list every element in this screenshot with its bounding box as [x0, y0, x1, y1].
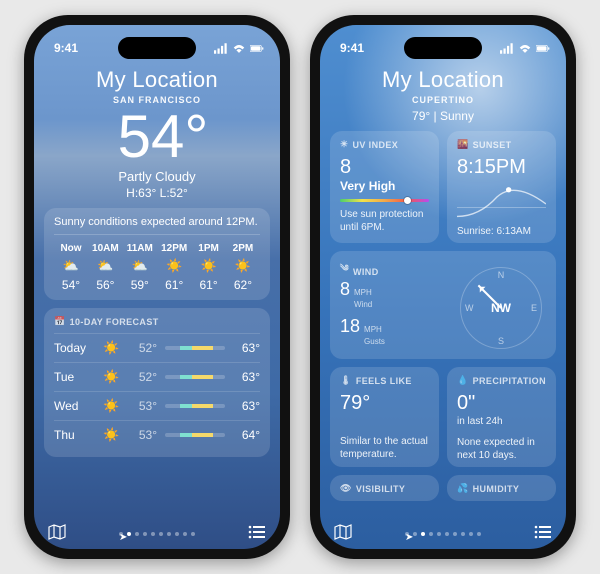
list-button[interactable] [534, 525, 552, 542]
droplet-icon: 💧 [457, 375, 469, 386]
map-button[interactable] [334, 524, 352, 543]
sun-curve [457, 183, 546, 225]
battery-icon [250, 43, 264, 54]
dynamic-island [118, 37, 196, 59]
daily-row[interactable]: Thu☀️53°64° [54, 420, 260, 449]
wifi-icon [232, 43, 246, 54]
precipitation-card[interactable]: 💧PRECIPITATION 0" in last 24h None expec… [447, 367, 556, 467]
feels-like-card[interactable]: 🌡FEELS LIKE 79° Similar to the actual te… [330, 367, 439, 467]
location-arrow-icon: ➤ [119, 532, 123, 536]
cellular-icon [500, 43, 514, 54]
location-subtitle: CUPERTINO [320, 95, 566, 105]
location-arrow-icon: ➤ [405, 532, 409, 536]
daily-row[interactable]: Today☀️52°63° [54, 333, 260, 362]
battery-icon [536, 43, 550, 54]
hi-lo: H:63° L:52° [34, 186, 280, 200]
location-subtitle: SAN FRANCISCO [34, 95, 280, 105]
visibility-card[interactable]: 👁VISIBILITY [330, 475, 439, 501]
page-dots[interactable]: ➤ [405, 532, 481, 536]
bottom-bar: ➤ [34, 524, 280, 543]
wifi-icon [518, 43, 532, 54]
status-time: 9:41 [340, 41, 364, 55]
feels-like-note: Similar to the actual temperature. [340, 435, 429, 461]
eye-icon: 👁 [340, 483, 352, 494]
sunset-time: 8:15PM [457, 156, 546, 179]
hourly-summary: Sunny conditions expected around 12PM. [54, 216, 260, 235]
compass-arrow-icon [478, 285, 502, 309]
sunrise-text: Sunrise: 6:13AM [457, 225, 546, 238]
dynamic-island [404, 37, 482, 59]
location-title: My Location [320, 67, 566, 93]
weather-screen-right: 9:41 My Location CUPERTINO 79° | Sunny ☀… [320, 25, 566, 549]
hourly-strip[interactable]: Now⛅54° 10AM⛅56° 11AM⛅59° 12PM☀️61° 1PM☀… [54, 243, 260, 292]
wind-card[interactable]: ༄WIND 8MPHWind 18MPHGusts N S E W NW [330, 251, 556, 359]
daily-header: 📅 10-DAY FORECAST [54, 316, 260, 327]
hourly-item: 10AM⛅56° [88, 243, 122, 292]
uv-level: Very High [340, 179, 429, 193]
sunset-icon: 🌇 [457, 139, 469, 150]
iphone-frame-left: 9:41 My Location SAN FRANCISCO 54° Partl… [24, 15, 290, 559]
status-time: 9:41 [54, 41, 78, 55]
temp-and-condition: 79° | Sunny [320, 109, 566, 123]
uv-index-card[interactable]: ☀UV INDEX 8 Very High Use sun protection… [330, 131, 439, 243]
hourly-item: 11AM⛅59° [123, 243, 157, 292]
bottom-bar: ➤ [320, 524, 566, 543]
sunset-card[interactable]: 🌇SUNSET 8:15PM Sunrise: 6:13AM [447, 131, 556, 243]
location-title: My Location [34, 67, 280, 93]
hourly-item: Now⛅54° [54, 243, 88, 292]
precip-value: 0" [457, 392, 546, 415]
thermometer-icon: 🌡 [340, 375, 352, 386]
precip-note: None expected in next 10 days. [457, 436, 546, 462]
feels-like-value: 79° [340, 392, 429, 415]
daily-forecast-card[interactable]: 📅 10-DAY FORECAST Today☀️52°63° Tue☀️52°… [44, 308, 270, 457]
wind-numbers: 8MPHWind 18MPHGusts [340, 279, 385, 353]
humidity-card[interactable]: 💦HUMIDITY [447, 475, 556, 501]
temp-range-bar [165, 433, 225, 437]
wind-compass: N S E W NW [460, 267, 542, 349]
temp-range-bar [165, 375, 225, 379]
current-temp: 54° [34, 107, 280, 167]
sun-icon: ☀ [340, 139, 348, 150]
hourly-card[interactable]: Sunny conditions expected around 12PM. N… [44, 208, 270, 300]
daily-row[interactable]: Tue☀️52°63° [54, 362, 260, 391]
page-dots[interactable]: ➤ [119, 532, 195, 536]
precip-sub: in last 24h [457, 415, 546, 428]
status-icons [214, 43, 264, 54]
humidity-icon: 💦 [457, 483, 469, 494]
map-button[interactable] [48, 524, 66, 543]
hourly-item: 1PM☀️61° [192, 243, 226, 292]
weather-screen-left: 9:41 My Location SAN FRANCISCO 54° Partl… [34, 25, 280, 549]
weather-header: My Location CUPERTINO 79° | Sunny [320, 67, 566, 123]
uv-scale-bar [340, 199, 429, 202]
weather-header: My Location SAN FRANCISCO 54° Partly Clo… [34, 67, 280, 200]
current-condition: Partly Cloudy [34, 169, 280, 184]
temp-range-bar [165, 346, 225, 350]
hourly-item: 2PM☀️62° [226, 243, 260, 292]
uv-note: Use sun protection until 6PM. [340, 208, 429, 234]
cellular-icon [214, 43, 228, 54]
uv-value: 8 [340, 156, 429, 179]
temp-range-bar [165, 404, 225, 408]
calendar-icon: 📅 [54, 316, 66, 327]
list-button[interactable] [248, 525, 266, 542]
hourly-item: 12PM☀️61° [157, 243, 191, 292]
status-icons [500, 43, 550, 54]
iphone-frame-right: 9:41 My Location CUPERTINO 79° | Sunny ☀… [310, 15, 576, 559]
daily-row[interactable]: Wed☀️53°63° [54, 391, 260, 420]
